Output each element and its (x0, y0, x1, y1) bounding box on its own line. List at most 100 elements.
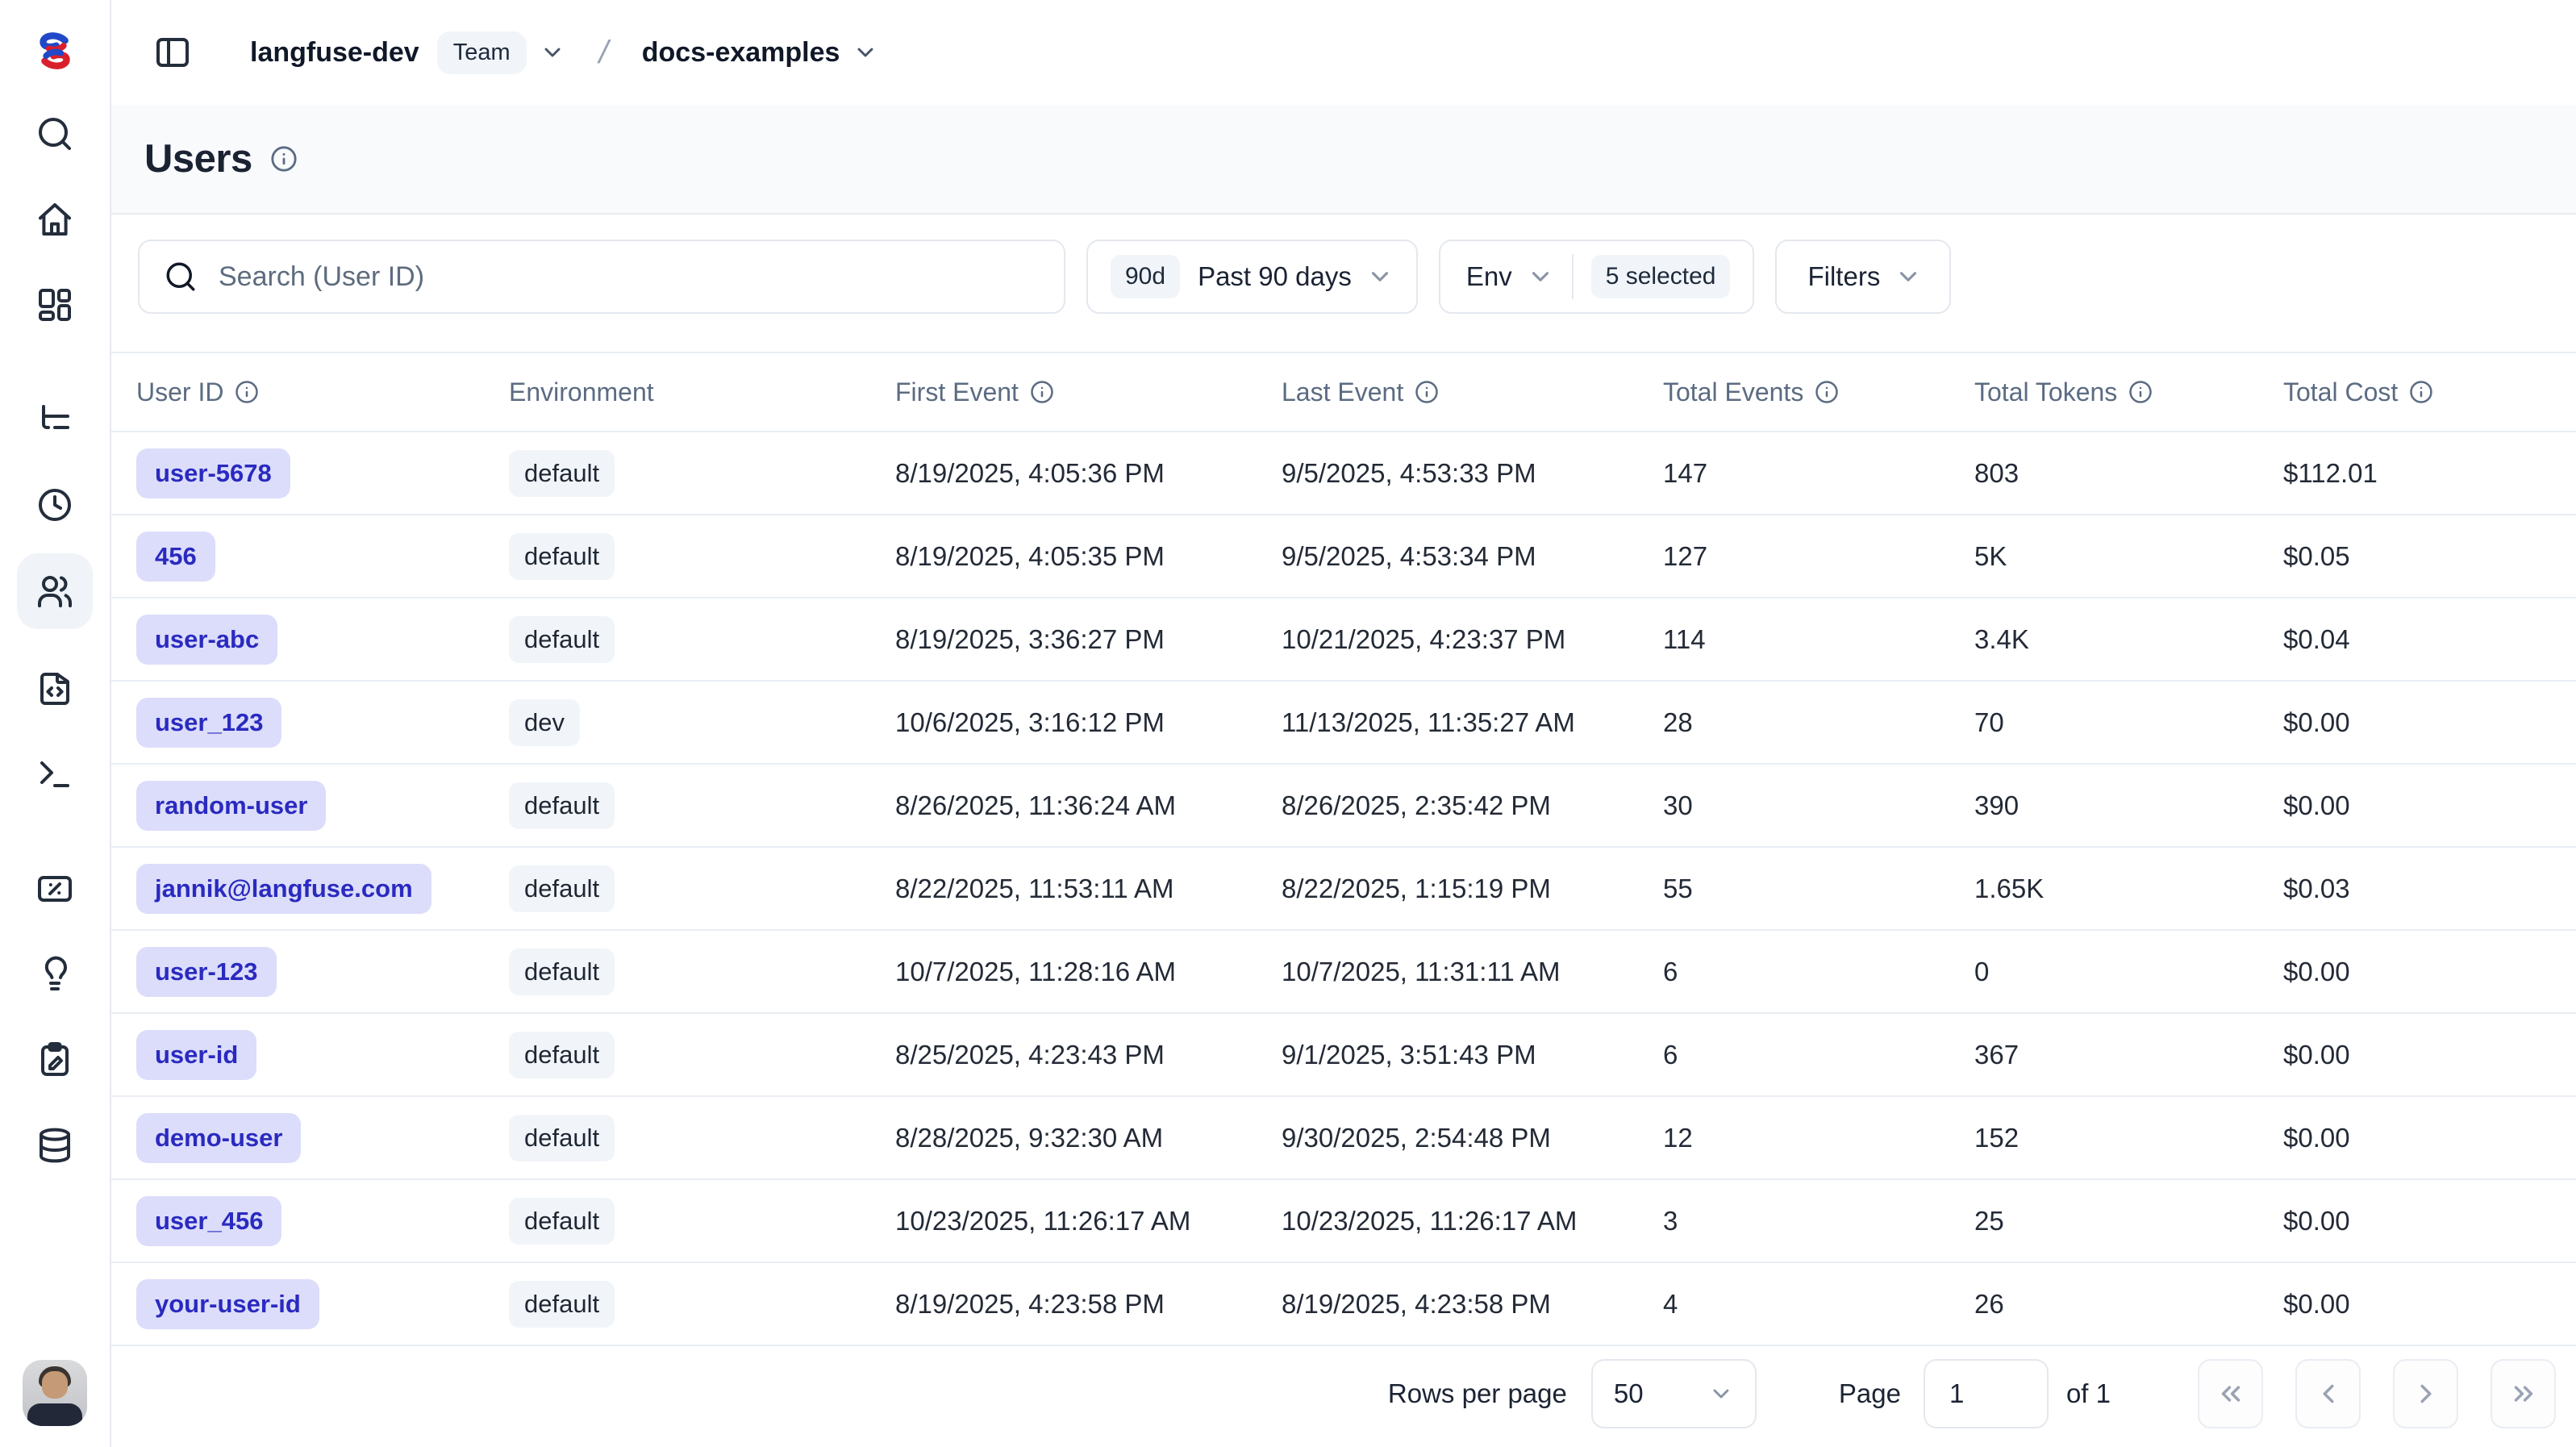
column-header-total-events[interactable]: Total Events (1663, 377, 1974, 407)
cell-last-event: 9/1/2025, 3:51:43 PM (1282, 1040, 1663, 1070)
cell-total-tokens: 3.4K (1974, 624, 2283, 655)
sidebar-item-home[interactable] (35, 200, 74, 239)
table-row[interactable]: user_123dev10/6/2025, 3:16:12 PM11/13/20… (111, 682, 2576, 765)
project-name[interactable]: docs-examples (642, 37, 840, 69)
user-id-badge[interactable]: user_456 (136, 1196, 281, 1246)
column-label: Total Events (1663, 377, 1803, 407)
sidebar-item-tracing[interactable] (35, 400, 74, 439)
cell-first-event: 8/19/2025, 3:36:27 PM (895, 624, 1282, 655)
sidebar-item-annotation[interactable] (35, 1040, 74, 1079)
column-header-user-id[interactable]: User ID (136, 377, 509, 407)
cell-total-cost: $112.01 (2283, 458, 2576, 489)
page-of-label: of 1 (2066, 1378, 2111, 1409)
search-input[interactable] (219, 261, 1040, 293)
cell-total-cost: $0.00 (2283, 1040, 2576, 1070)
page-number-input[interactable] (1924, 1359, 2049, 1428)
last-page-button[interactable] (2491, 1359, 2556, 1428)
langfuse-logo-icon[interactable] (31, 27, 78, 74)
column-header-last-event[interactable]: Last Event (1282, 377, 1663, 407)
users-icon (35, 572, 74, 611)
column-label: Last Event (1282, 377, 1403, 407)
page-title-info-icon[interactable] (270, 145, 298, 173)
info-icon[interactable] (235, 380, 259, 404)
sidebar-item-users[interactable] (17, 553, 93, 629)
cell-total-cost: $0.00 (2283, 707, 2576, 738)
project-switcher-chevron-down-icon[interactable] (852, 40, 878, 65)
column-header-total-tokens[interactable]: Total Tokens (1974, 377, 2283, 407)
filters-button[interactable]: Filters (1775, 240, 1951, 314)
info-icon[interactable] (2128, 380, 2153, 404)
clipboard-pen-icon (35, 1040, 74, 1079)
environment-filter-button[interactable]: Env 5 selected (1439, 240, 1755, 314)
sidebar-item-scores[interactable] (35, 869, 74, 908)
table-row[interactable]: 456default8/19/2025, 4:05:35 PM9/5/2025,… (111, 515, 2576, 598)
info-icon[interactable] (1815, 380, 1839, 404)
sidebar-item-sessions[interactable] (35, 486, 74, 524)
dashboard-icon (35, 286, 74, 324)
table-row[interactable]: user_456default10/23/2025, 11:26:17 AM10… (111, 1180, 2576, 1263)
column-header-first-event[interactable]: First Event (895, 377, 1282, 407)
environment-badge: dev (509, 699, 580, 746)
table-row[interactable]: jannik@langfuse.comdefault8/22/2025, 11:… (111, 848, 2576, 931)
environment-badge: default (509, 533, 615, 580)
first-page-button[interactable] (2198, 1359, 2263, 1428)
cell-environment: default (509, 1281, 895, 1328)
rows-per-page-select[interactable]: 50 (1591, 1359, 1757, 1428)
column-header-total-cost[interactable]: Total Cost (2283, 377, 2576, 407)
user-id-badge[interactable]: user_123 (136, 698, 281, 748)
user-id-badge[interactable]: jannik@langfuse.com (136, 864, 431, 914)
user-id-badge[interactable]: 456 (136, 532, 215, 582)
cell-total-events: 4 (1663, 1289, 1974, 1320)
user-id-badge[interactable]: user-123 (136, 947, 277, 997)
user-id-badge[interactable]: user-id (136, 1030, 256, 1080)
info-icon[interactable] (2409, 380, 2433, 404)
cell-user-id: user-abc (136, 615, 509, 665)
cell-total-cost: $0.00 (2283, 790, 2576, 821)
column-header-environment[interactable]: Environment (509, 377, 895, 407)
sidebar-item-datasets[interactable] (35, 1126, 74, 1165)
table-row[interactable]: user-iddefault8/25/2025, 4:23:43 PM9/1/2… (111, 1014, 2576, 1097)
table-row[interactable]: random-userdefault8/26/2025, 11:36:24 AM… (111, 765, 2576, 848)
user-id-badge[interactable]: demo-user (136, 1113, 301, 1163)
org-switcher-chevron-down-icon[interactable] (540, 40, 565, 65)
sidebar-toggle-icon[interactable] (153, 33, 192, 72)
table-row[interactable]: your-user-iddefault8/19/2025, 4:23:58 PM… (111, 1263, 2576, 1346)
cell-total-events: 6 (1663, 957, 1974, 987)
file-code-icon (35, 669, 74, 708)
sidebar-item-evals[interactable] (35, 955, 74, 994)
org-name[interactable]: langfuse-dev (250, 37, 419, 69)
cell-total-cost: $0.03 (2283, 874, 2576, 904)
table-row[interactable]: user-5678default8/19/2025, 4:05:36 PM9/5… (111, 432, 2576, 515)
avatar-face (42, 1371, 68, 1399)
user-id-badge[interactable]: user-5678 (136, 448, 290, 498)
cell-first-event: 10/6/2025, 3:16:12 PM (895, 707, 1282, 738)
sidebar-item-search[interactable] (35, 115, 74, 153)
user-id-badge[interactable]: user-abc (136, 615, 277, 665)
user-avatar[interactable] (23, 1360, 87, 1426)
rows-per-page-chevron-down-icon (1708, 1381, 1734, 1407)
cell-total-tokens: 0 (1974, 957, 2283, 987)
table-header-row: User IDEnvironmentFirst EventLast Event T… (111, 352, 2576, 432)
chevron-left-icon (2313, 1378, 2344, 1409)
table-row[interactable]: user-123default10/7/2025, 11:28:16 AM10/… (111, 931, 2576, 1014)
cell-environment: default (509, 865, 895, 912)
cell-environment: default (509, 782, 895, 829)
previous-page-button[interactable] (2295, 1359, 2361, 1428)
sidebar-item-playground[interactable] (35, 755, 74, 794)
table-row[interactable]: user-abcdefault8/19/2025, 3:36:27 PM10/2… (111, 598, 2576, 682)
table-row[interactable]: demo-userdefault8/28/2025, 9:32:30 AM9/3… (111, 1097, 2576, 1180)
cell-last-event: 9/30/2025, 2:54:48 PM (1282, 1123, 1663, 1153)
info-icon[interactable] (1415, 380, 1439, 404)
date-range-button[interactable]: 90d Past 90 days (1086, 240, 1418, 314)
user-id-badge[interactable]: your-user-id (136, 1279, 319, 1329)
pager-buttons (2198, 1359, 2556, 1428)
user-id-badge[interactable]: random-user (136, 781, 326, 831)
search-icon (35, 115, 74, 153)
sidebar-item-dashboards[interactable] (35, 286, 74, 324)
cell-environment: default (509, 616, 895, 663)
environment-filter-chevron-down-icon (1527, 263, 1554, 290)
cell-total-tokens: 803 (1974, 458, 2283, 489)
info-icon[interactable] (1030, 380, 1054, 404)
next-page-button[interactable] (2393, 1359, 2458, 1428)
sidebar-item-prompts[interactable] (35, 669, 74, 708)
